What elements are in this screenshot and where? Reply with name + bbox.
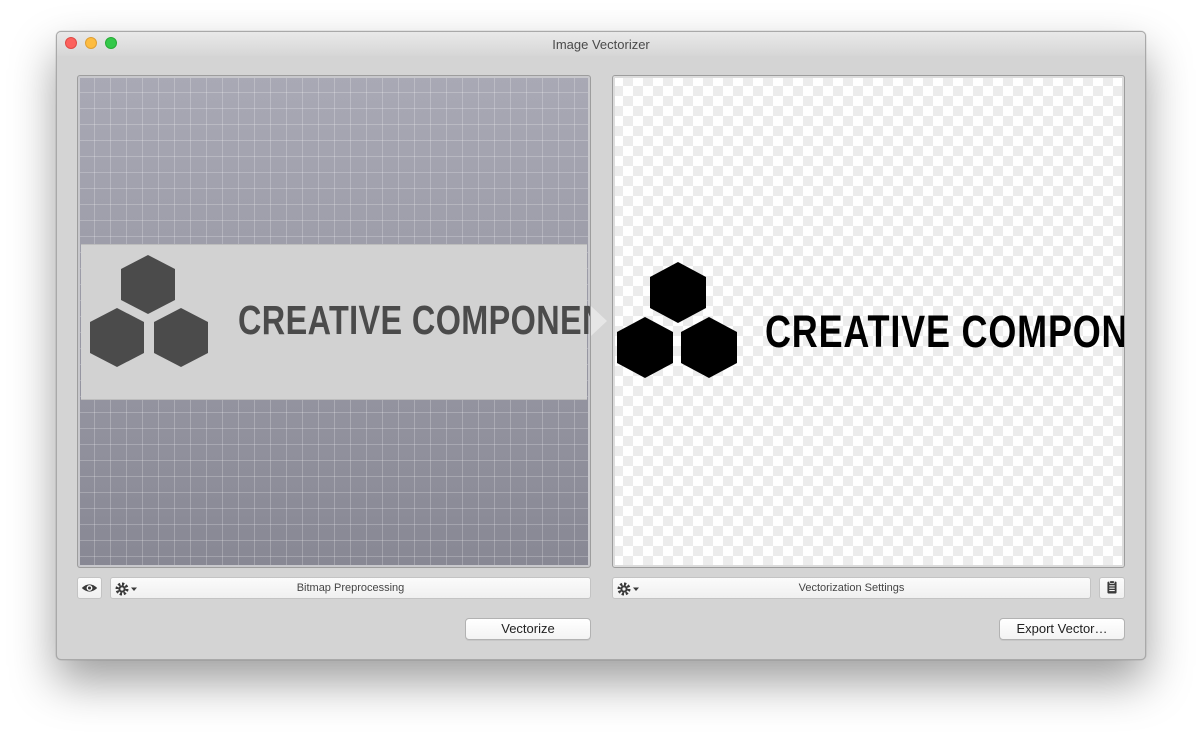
vector-hexagon-logo-icon: [617, 262, 737, 378]
clipboard-icon: [1107, 580, 1117, 594]
bitmap-logo-text: CREATIVE COMPONENT: [238, 297, 591, 343]
bitmap-preprocessing-label: Bitmap Preprocessing: [296, 582, 405, 594]
hexagon-logo-icon: [90, 255, 208, 367]
vector-preview-pane[interactable]: CREATIVE COMPONENT: [612, 75, 1125, 568]
vectorization-settings-bar[interactable]: Vectorization Settings: [612, 577, 1091, 599]
title-bar[interactable]: Image Vectorizer: [57, 32, 1145, 56]
eye-icon: [81, 584, 98, 592]
bitmap-preview-pane[interactable]: CREATIVE COMPONENT: [77, 75, 591, 568]
vector-logo-text: CREATIVE COMPONENT: [765, 306, 1125, 357]
export-vector-button[interactable]: Export Vector…: [999, 618, 1125, 640]
app-window: Image Vectorizer CREATIVE COMPONENT CREA…: [56, 31, 1146, 660]
preview-toggle-button[interactable]: [77, 577, 102, 599]
clipboard-button[interactable]: [1099, 577, 1125, 599]
vectorization-settings-label: Vectorization Settings: [798, 582, 905, 594]
window-title: Image Vectorizer: [552, 37, 650, 52]
bitmap-image: CREATIVE COMPONENT: [81, 244, 590, 400]
arrow-right-icon: [591, 306, 607, 336]
vectorize-button[interactable]: Vectorize: [465, 618, 591, 640]
bitmap-preprocessing-bar[interactable]: Bitmap Preprocessing: [110, 577, 591, 599]
